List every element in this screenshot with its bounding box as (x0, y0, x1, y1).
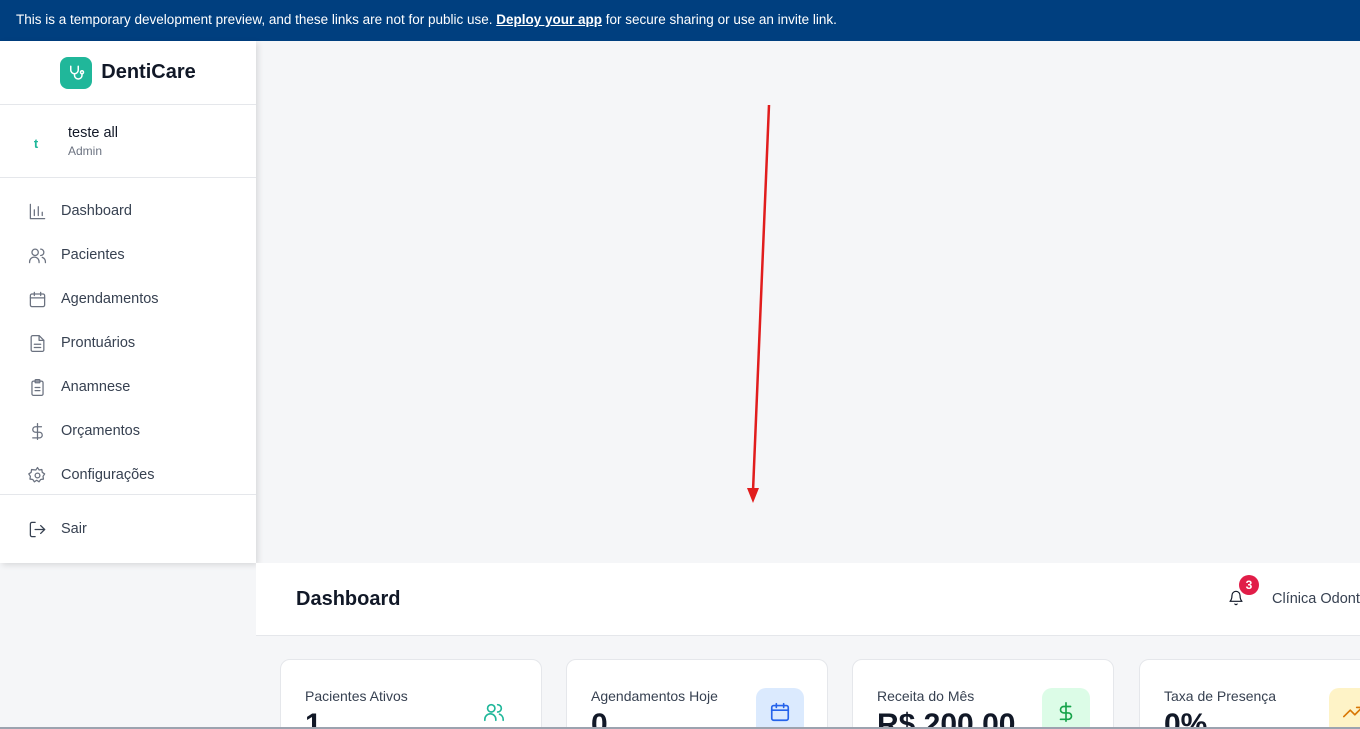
page-title: Dashboard (296, 588, 401, 610)
sidebar-item-label: Agendamentos (61, 291, 159, 307)
dollar-icon (32, 422, 43, 440)
sidebar-item-anamnese[interactable]: Anamnese (0, 365, 256, 409)
sidebar-item-label: Prontuários (61, 335, 136, 351)
sidebar: DentiCare t teste all Admin Dashboard Pa… (0, 41, 256, 563)
stat-card-pacientes: Pacientes Ativos 1 (280, 659, 542, 729)
stat-label: Pacientes Ativos (305, 688, 408, 704)
calendar-icon (29, 291, 46, 307)
dev-preview-banner: This is a temporary development preview,… (0, 0, 1360, 41)
stethoscope-icon (60, 56, 93, 89)
sidebar-item-dashboard[interactable]: Dashboard (0, 189, 256, 233)
stats-cards: Pacientes Ativos 1 Agendamentos Hoje 0 R… (280, 659, 1360, 729)
sidebar-item-agendamentos[interactable]: Agendamentos (0, 277, 256, 321)
sidebar-item-label: Orçamentos (61, 423, 140, 439)
sidebar-item-label: Dashboard (61, 203, 132, 219)
sidebar-item-configuracoes[interactable]: Configurações (0, 453, 256, 497)
logout-section: Sair (0, 507, 256, 551)
stat-card-agendamentos: Agendamentos Hoje 0 (566, 659, 828, 729)
users-icon (28, 248, 47, 263)
logout-icon (29, 521, 46, 537)
banner-text-end: for secure sharing or use an invite link… (602, 12, 837, 27)
user-name: teste all (68, 125, 118, 141)
divider (0, 494, 256, 495)
stat-value: 0% (1164, 708, 1208, 729)
blank-content-area (256, 41, 1360, 563)
avatar: t (33, 135, 39, 151)
clipboard-icon (31, 378, 44, 396)
annotation-arrow (747, 104, 771, 503)
user-profile: t teste all Admin (0, 105, 256, 178)
deploy-app-link[interactable]: Deploy your app (496, 12, 602, 27)
trending-up-icon (1329, 688, 1360, 729)
calendar-icon (756, 688, 804, 729)
logout-button[interactable]: Sair (0, 507, 256, 551)
stat-card-receita: Receita do Mês R$ 200,00 (852, 659, 1114, 729)
sidebar-item-label: Configurações (61, 467, 155, 483)
stat-label: Receita do Mês (877, 688, 975, 704)
sidebar-item-label: Anamnese (61, 379, 131, 395)
brand[interactable]: DentiCare (0, 41, 256, 105)
user-role: Admin (68, 144, 103, 158)
sidebar-item-pacientes[interactable]: Pacientes (0, 233, 256, 277)
stat-value: R$ 200,00 (877, 708, 1016, 729)
sidebar-item-label: Pacientes (61, 247, 125, 263)
gear-icon (28, 466, 46, 482)
clinic-name[interactable]: Clínica Odont (1272, 591, 1360, 607)
page-header: Dashboard 3 Clínica Odont (256, 563, 1360, 636)
logout-label: Sair (61, 521, 87, 537)
banner-text: This is a temporary development preview,… (16, 12, 497, 27)
stat-card-presenca: Taxa de Presença 0% (1139, 659, 1360, 729)
sidebar-nav: Dashboard Pacientes Agendamentos Prontuá… (0, 189, 256, 497)
sidebar-item-prontuarios[interactable]: Prontuários (0, 321, 256, 365)
stat-value: 0 (591, 708, 608, 729)
stat-value: 1 (305, 708, 322, 729)
users-icon (470, 688, 518, 729)
notification-badge: 3 (1239, 575, 1259, 595)
dollar-icon (1042, 688, 1090, 729)
sidebar-item-orcamentos[interactable]: Orçamentos (0, 409, 256, 453)
bar-chart-icon (29, 203, 46, 219)
brand-name: DentiCare (101, 61, 196, 83)
file-text-icon (30, 334, 45, 352)
stat-label: Agendamentos Hoje (591, 688, 718, 704)
stat-label: Taxa de Presença (1164, 688, 1277, 704)
